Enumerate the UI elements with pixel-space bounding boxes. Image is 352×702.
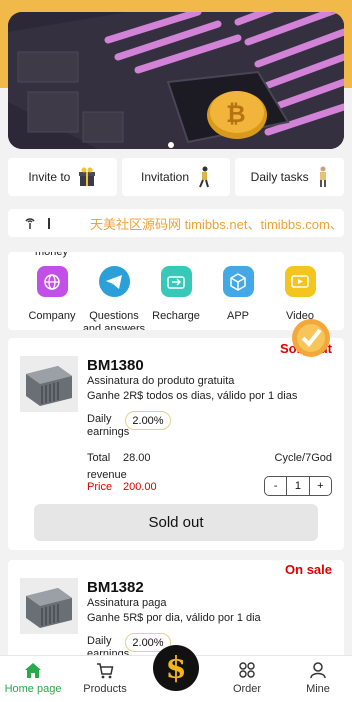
shortcut-label: Recharge bbox=[152, 310, 200, 322]
shortcut-label: APP bbox=[226, 310, 249, 322]
quantity-value[interactable]: 1 bbox=[286, 477, 310, 495]
product-name: BM1382 bbox=[87, 579, 144, 596]
product-description: Ganhe 5R$ por dia, válido por 1 dia bbox=[87, 612, 261, 624]
total-revenue-label: Total bbox=[87, 452, 111, 464]
company-shortcut[interactable]: Company bbox=[20, 266, 84, 323]
cycle-value: Cycle/7God bbox=[274, 452, 332, 464]
cart-icon bbox=[97, 663, 114, 679]
carousel-indicator[interactable] bbox=[168, 142, 174, 148]
shortcut-label: Company bbox=[28, 310, 76, 322]
cube-icon bbox=[222, 266, 254, 297]
notice-text: 天美社区源码网 timibbs.net、timibbs.com、 bbox=[90, 217, 343, 232]
tab-mine[interactable]: Mine bbox=[283, 662, 352, 695]
daily-tasks-button[interactable]: Daily tasks bbox=[235, 158, 345, 196]
product-description: Ganhe 2R$ todos os dias, válido por 1 di… bbox=[87, 390, 298, 402]
person-standing-icon bbox=[319, 166, 326, 187]
carousel-dot[interactable] bbox=[168, 142, 174, 148]
qtab-label: Daily tasks bbox=[250, 170, 309, 184]
home-icon bbox=[25, 663, 41, 678]
recharge-icon bbox=[160, 266, 192, 297]
total-revenue-value: 28.00 bbox=[123, 452, 151, 464]
product-subtitle: Assinatura do produto gratuita bbox=[87, 375, 235, 387]
shortcut-label: Questions and answers bbox=[82, 310, 146, 330]
quick-actions: Invite to Invitation Daily tasks bbox=[8, 158, 345, 196]
price-value: 200.00 bbox=[123, 481, 157, 493]
notice-bar[interactable]: 天美社区源码网 timibbs.net、timibbs.com、 bbox=[8, 209, 344, 237]
recharge-shortcut[interactable]: Recharge bbox=[144, 266, 208, 323]
tab-home[interactable]: Home page bbox=[0, 662, 68, 695]
questions-answers-shortcut[interactable]: Questions and answers bbox=[82, 266, 146, 330]
qtab-label: Invitation bbox=[140, 170, 190, 184]
total-revenue-label-cont: revenue bbox=[87, 469, 127, 481]
product-image bbox=[20, 578, 78, 634]
user-icon bbox=[310, 662, 326, 679]
product-name: BM1380 bbox=[87, 357, 144, 374]
telegram-icon bbox=[98, 266, 130, 297]
product-image bbox=[20, 356, 78, 412]
overflow-label: money bbox=[35, 252, 69, 258]
sold-out-button[interactable]: Sold out bbox=[34, 504, 318, 541]
app-shortcut[interactable]: APP bbox=[206, 266, 270, 323]
crypto-chip-illustration: ₿ bbox=[8, 12, 344, 149]
floating-badge-icon[interactable] bbox=[291, 314, 331, 360]
broadcast-icon bbox=[25, 218, 35, 229]
person-walking-icon bbox=[199, 166, 209, 188]
status-badge: On sale bbox=[285, 562, 332, 577]
decrement-button[interactable]: - bbox=[265, 477, 286, 495]
invite-to-button[interactable]: Invite to bbox=[8, 158, 117, 196]
tab-label: Order bbox=[232, 683, 262, 695]
svg-text:₿: ₿ bbox=[226, 100, 246, 128]
video-icon bbox=[284, 266, 316, 297]
quantity-stepper: - 1 + bbox=[264, 476, 332, 496]
price-label: Price bbox=[87, 481, 113, 493]
globe-icon bbox=[36, 266, 68, 297]
increment-button[interactable]: + bbox=[310, 477, 331, 495]
product-card: Sold out BM1380 Assinatura do produto gr… bbox=[8, 338, 344, 550]
invitation-button[interactable]: Invitation bbox=[121, 158, 231, 196]
gift-icon bbox=[79, 167, 96, 186]
daily-earnings-value: 2.00% bbox=[125, 411, 171, 430]
tab-order[interactable]: Order bbox=[212, 662, 282, 695]
tab-label: Mine bbox=[306, 683, 330, 695]
center-coin-button[interactable]: $ bbox=[153, 645, 199, 691]
tab-products[interactable]: Products bbox=[70, 662, 140, 695]
order-icon bbox=[239, 662, 255, 678]
dollar-icon: $ bbox=[165, 650, 187, 686]
tab-label: Products bbox=[83, 683, 127, 695]
notice-divider bbox=[48, 218, 50, 229]
product-subtitle: Assinatura paga bbox=[87, 597, 167, 609]
tab-label: Home page bbox=[4, 683, 62, 695]
hero-banner[interactable]: ₿ bbox=[8, 12, 344, 149]
qtab-label: Invite to bbox=[28, 170, 71, 184]
